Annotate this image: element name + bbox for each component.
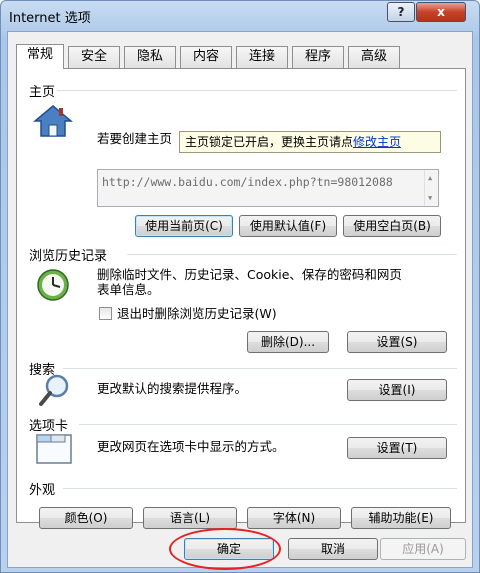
scroll-down-icon[interactable]: ▼ bbox=[428, 194, 432, 202]
section-divider bbox=[63, 368, 457, 369]
colors-button[interactable]: 颜色(O) bbox=[39, 507, 133, 529]
close-button[interactable]: x bbox=[416, 2, 466, 22]
section-divider bbox=[127, 254, 457, 255]
history-desc-line2: 表单信息。 bbox=[97, 282, 160, 297]
url-field-scrollbar[interactable]: ▲ ▼ bbox=[424, 170, 438, 206]
tab-connections[interactable]: 连接 bbox=[236, 46, 288, 68]
tab-window-icon bbox=[36, 434, 72, 464]
clock-globe-icon bbox=[37, 269, 69, 301]
title-bar[interactable]: Internet 选项 ? x bbox=[1, 1, 479, 31]
tab-general[interactable]: 常规 bbox=[16, 44, 64, 69]
magnifier-icon bbox=[39, 374, 69, 406]
fonts-button[interactable]: 字体(N) bbox=[247, 507, 341, 529]
section-appearance-label: 外观 bbox=[29, 483, 56, 498]
use-current-button[interactable]: 使用当前页(C) bbox=[135, 215, 233, 237]
homepage-lock-tooltip: 主页锁定已开启，更换主页请点修改主页 bbox=[179, 131, 441, 153]
window-title: Internet 选项 bbox=[9, 11, 91, 26]
delete-on-exit-label[interactable]: 退出时删除浏览历史记录(W) bbox=[117, 306, 277, 321]
delete-history-button[interactable]: 删除(D)... bbox=[247, 331, 329, 353]
search-desc: 更改默认的搜索提供程序。 bbox=[97, 381, 248, 396]
search-settings-button[interactable]: 设置(I) bbox=[347, 379, 447, 401]
help-button[interactable]: ? bbox=[387, 2, 415, 22]
section-divider bbox=[63, 488, 457, 489]
general-tab-panel: 主页 若要创建主页 主页锁定已开启，更换主页请点修改主页 http://www.… bbox=[16, 68, 466, 529]
internet-options-window: Internet 选项 ? x 常规 安全 隐私 内容 连接 程序 高级 主页 … bbox=[0, 0, 480, 573]
tab-content[interactable]: 内容 bbox=[180, 46, 232, 68]
section-home-label: 主页 bbox=[29, 85, 56, 100]
close-icon: x bbox=[437, 5, 445, 19]
use-default-button[interactable]: 使用默认值(F) bbox=[239, 215, 337, 237]
homepage-url-value: http://www.baidu.com/index.php?tn=980120… bbox=[102, 175, 393, 189]
modify-homepage-link[interactable]: 修改主页 bbox=[353, 135, 401, 149]
help-icon: ? bbox=[397, 5, 405, 19]
history-desc-line1: 删除临时文件、历史记录、Cookie、保存的密码和网页 bbox=[97, 267, 402, 282]
section-divider bbox=[79, 424, 457, 425]
scroll-up-icon[interactable]: ▲ bbox=[428, 174, 432, 182]
home-intro-text: 若要创建主页 bbox=[97, 131, 173, 146]
dialog-client-area: 常规 安全 隐私 内容 连接 程序 高级 主页 若要创建主页 主页锁定已开启，更… bbox=[7, 31, 473, 568]
use-blank-button[interactable]: 使用空白页(B) bbox=[343, 215, 441, 237]
house-icon bbox=[33, 105, 73, 137]
cancel-button[interactable]: 取消 bbox=[288, 538, 378, 560]
history-settings-button[interactable]: 设置(S) bbox=[347, 331, 447, 353]
apply-button[interactable]: 应用(A) bbox=[380, 538, 466, 560]
highlight-circle bbox=[169, 528, 281, 570]
tab-programs[interactable]: 程序 bbox=[292, 46, 344, 68]
section-divider bbox=[57, 90, 457, 91]
delete-on-exit-checkbox[interactable] bbox=[99, 307, 112, 320]
tabs-settings-button[interactable]: 设置(T) bbox=[347, 437, 447, 459]
tabs-desc: 更改网页在选项卡中显示的方式。 bbox=[97, 439, 285, 454]
accessibility-button[interactable]: 辅助功能(E) bbox=[351, 507, 451, 529]
tab-privacy[interactable]: 隐私 bbox=[124, 46, 176, 68]
section-history-label: 浏览历史记录 bbox=[29, 249, 108, 264]
tab-security[interactable]: 安全 bbox=[68, 46, 120, 68]
languages-button[interactable]: 语言(L) bbox=[143, 507, 237, 529]
homepage-url-field[interactable]: http://www.baidu.com/index.php?tn=980120… bbox=[97, 169, 439, 207]
tooltip-text: 主页锁定已开启，更换主页请点 bbox=[185, 135, 354, 149]
tab-strip: 常规 安全 隐私 内容 连接 程序 高级 bbox=[16, 44, 466, 69]
tab-advanced[interactable]: 高级 bbox=[348, 46, 400, 68]
